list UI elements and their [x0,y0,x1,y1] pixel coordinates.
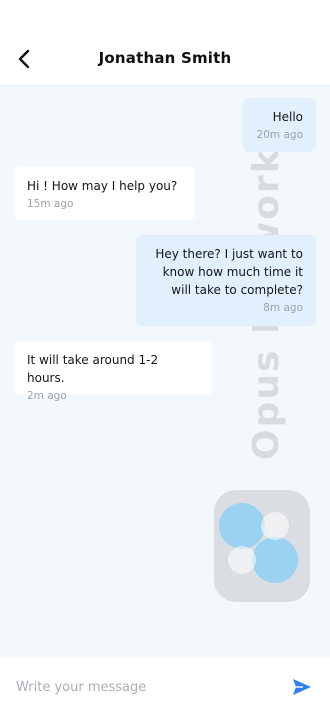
message-time: 20m ago [256,129,303,141]
message-text: Hi ! How may I help you? [27,179,178,193]
message-input[interactable] [16,676,276,698]
message-time: 8m ago [263,302,303,314]
message-composer [0,658,330,714]
message-time: 2m ago [27,390,67,402]
message-incoming[interactable]: It will take around 1-2 hours. 2m ago [14,341,212,402]
message-text: Hello [272,110,303,124]
message-text: Hey there? I just want to know how much … [155,247,303,297]
message-outgoing[interactable]: Hey there? I just want to know how much … [136,235,316,326]
message-time: 15m ago [27,198,74,210]
message-outgoing[interactable]: Hello 20m ago [243,98,316,152]
send-icon [293,679,311,695]
chat-header: Jonathan Smith [0,0,330,86]
message-text: It will take around 1-2 hours. [27,353,159,385]
message-incoming[interactable]: Hi ! How may I help you? 15m ago [14,167,195,220]
send-button[interactable] [292,678,312,696]
contact-name: Jonathan Smith [98,49,232,67]
